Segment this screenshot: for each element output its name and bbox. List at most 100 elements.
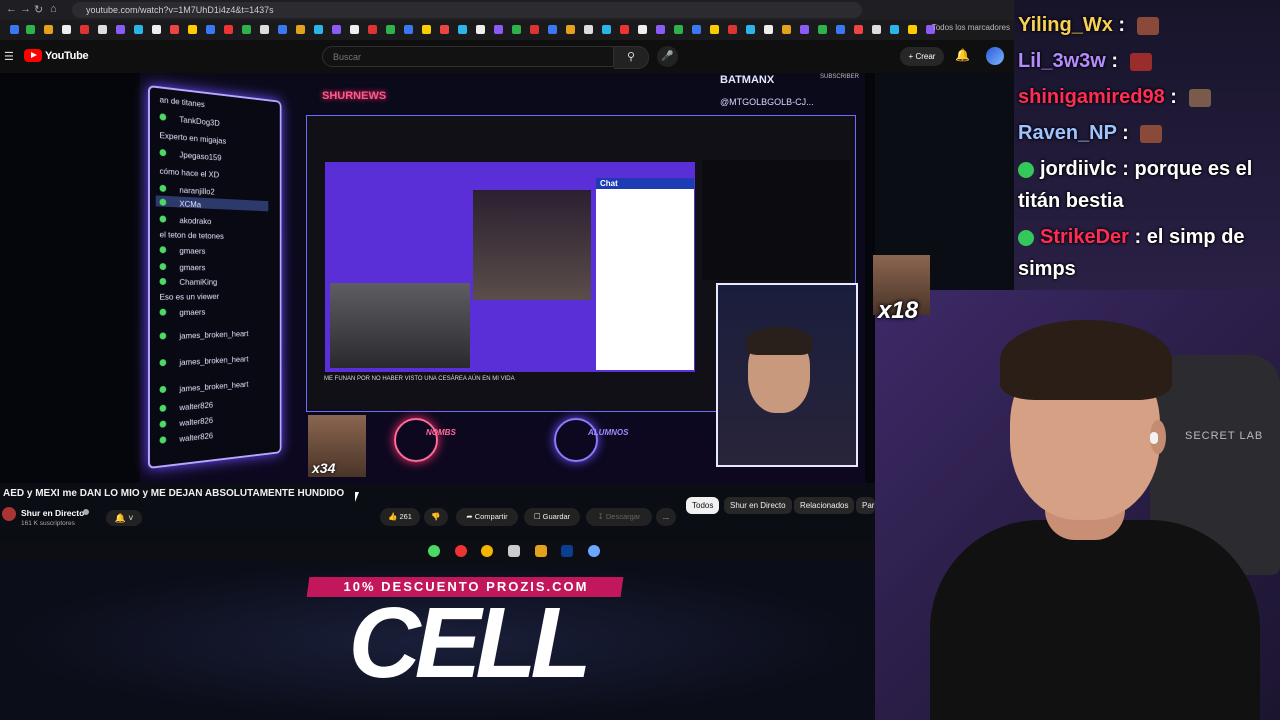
bookmark-icon[interactable]	[350, 25, 359, 34]
bookmark-icon[interactable]	[296, 25, 305, 34]
bookmark-icon[interactable]	[710, 25, 719, 34]
bookmark-icon[interactable]	[782, 25, 791, 34]
save-button[interactable]: ☐ Guardar	[524, 508, 580, 526]
emote-icon	[1136, 16, 1159, 35]
bookmark-icon[interactable]	[584, 25, 593, 34]
youtube-logo-icon[interactable]	[24, 49, 42, 62]
youtube-wordmark[interactable]: YouTube	[45, 50, 89, 62]
bookmark-icon[interactable]	[404, 25, 413, 34]
share-button[interactable]: ➦ Compartir	[456, 508, 518, 526]
chat-username: Lil_3w3w	[1018, 50, 1106, 72]
bookmark-icon[interactable]	[44, 25, 53, 34]
bookmark-icon[interactable]	[314, 25, 323, 34]
bookmark-icon[interactable]	[746, 25, 755, 34]
app-icon[interactable]	[455, 545, 467, 557]
chat-line: gmaers	[159, 307, 205, 318]
download-button[interactable]: ↧ Descargar	[586, 508, 652, 526]
photoshop-icon[interactable]	[561, 545, 573, 557]
folder-icon[interactable]	[535, 545, 547, 557]
dislike-button[interactable]: 👎	[424, 508, 448, 526]
bookmark-icon[interactable]	[98, 25, 107, 34]
bookmark-icon[interactable]	[620, 25, 629, 34]
bookmark-icon[interactable]	[422, 25, 431, 34]
bookmark-icon[interactable]	[674, 25, 683, 34]
badge-icon	[159, 263, 167, 271]
bookmark-icon[interactable]	[638, 25, 647, 34]
bookmark-icon[interactable]	[890, 25, 899, 34]
bookmark-icon[interactable]	[170, 25, 179, 34]
channel-name[interactable]: Shur en Directo	[21, 508, 84, 518]
address-bar[interactable]: youtube.com/watch?v=1M7UhD1i4z4&t=1437s	[72, 2, 862, 18]
bookmark-icon[interactable]	[476, 25, 485, 34]
bookmark-icon[interactable]	[224, 25, 233, 34]
search-input[interactable]: Buscar	[322, 46, 614, 67]
badge-left-label: NOMBS	[426, 428, 456, 437]
bookmark-icon[interactable]	[152, 25, 161, 34]
channel-avatar[interactable]	[2, 507, 16, 521]
bookmark-icon[interactable]	[602, 25, 611, 34]
bookmark-icon[interactable]	[836, 25, 845, 34]
bookmark-icon[interactable]	[242, 25, 251, 34]
search-icon[interactable]: ⚲	[614, 46, 649, 69]
bookmark-icon[interactable]	[458, 25, 467, 34]
create-label: Crear	[915, 52, 936, 61]
bookmark-icon[interactable]	[854, 25, 863, 34]
more-actions-button[interactable]: ...	[656, 508, 676, 526]
bookmark-icon[interactable]	[818, 25, 827, 34]
bookmark-icon[interactable]	[278, 25, 287, 34]
bookmark-icon[interactable]	[512, 25, 521, 34]
bookmark-icon[interactable]	[764, 25, 773, 34]
bookmark-icon[interactable]	[332, 25, 341, 34]
like-button[interactable]: 👍 261	[380, 508, 420, 526]
overlay-name: BATMANX	[720, 74, 775, 86]
account-avatar[interactable]	[986, 47, 1004, 65]
chat-line: akodrako	[159, 214, 211, 226]
app-icon[interactable]	[428, 545, 440, 557]
chrome-icon[interactable]	[481, 545, 493, 557]
bell-icon: 🔔	[114, 513, 126, 523]
back-icon[interactable]: ←	[6, 3, 17, 15]
chip-related[interactable]: Relacionados	[794, 497, 855, 514]
bookmark-icon[interactable]	[188, 25, 197, 34]
bookmark-icon[interactable]	[206, 25, 215, 34]
reload-icon[interactable]: ↻	[34, 3, 43, 16]
overlay-facecam	[716, 283, 858, 467]
bookmark-icon[interactable]	[908, 25, 917, 34]
bookmark-icon[interactable]	[440, 25, 449, 34]
bookmark-icon[interactable]	[116, 25, 125, 34]
badge-icon	[159, 332, 167, 340]
bookmark-icon[interactable]	[26, 25, 35, 34]
bookmark-icon[interactable]	[872, 25, 881, 34]
all-bookmarks-link[interactable]: Todos los marcadores	[932, 23, 1010, 32]
forward-icon[interactable]: →	[20, 3, 31, 15]
notifications-bell-icon[interactable]: 🔔	[955, 48, 970, 62]
bookmark-icon[interactable]	[494, 25, 503, 34]
mouse-cursor-icon	[355, 492, 363, 502]
bookmark-icon[interactable]	[548, 25, 557, 34]
bookmark-icon[interactable]	[530, 25, 539, 34]
bookmark-icon[interactable]	[800, 25, 809, 34]
bookmark-icon[interactable]	[80, 25, 89, 34]
bookmark-icon[interactable]	[692, 25, 701, 34]
bookmark-icon[interactable]	[62, 25, 71, 34]
app-icon[interactable]	[508, 545, 520, 557]
subscription-bell-button[interactable]: 🔔 ˅	[106, 510, 142, 526]
microphone-icon[interactable]: 🎤	[657, 46, 678, 67]
app-icon[interactable]	[588, 545, 600, 557]
chip-channel[interactable]: Shur en Directo	[724, 497, 792, 514]
streamer-body	[930, 520, 1260, 720]
bookmark-icon[interactable]	[134, 25, 143, 34]
bookmark-icon[interactable]	[368, 25, 377, 34]
bookmark-icon[interactable]	[10, 25, 19, 34]
bookmark-icon[interactable]	[656, 25, 665, 34]
bookmark-icon[interactable]	[566, 25, 575, 34]
chip-all[interactable]: Todos	[686, 497, 720, 514]
bookmark-icon[interactable]	[260, 25, 269, 34]
badge-icon	[159, 436, 167, 444]
home-icon[interactable]: ⌂	[50, 3, 57, 15]
chip-partial[interactable]: Par	[856, 497, 875, 514]
bookmark-icon[interactable]	[728, 25, 737, 34]
bookmark-icon[interactable]	[386, 25, 395, 34]
menu-icon[interactable]: ☰	[4, 50, 14, 63]
create-button[interactable]: + Crear	[900, 47, 944, 66]
